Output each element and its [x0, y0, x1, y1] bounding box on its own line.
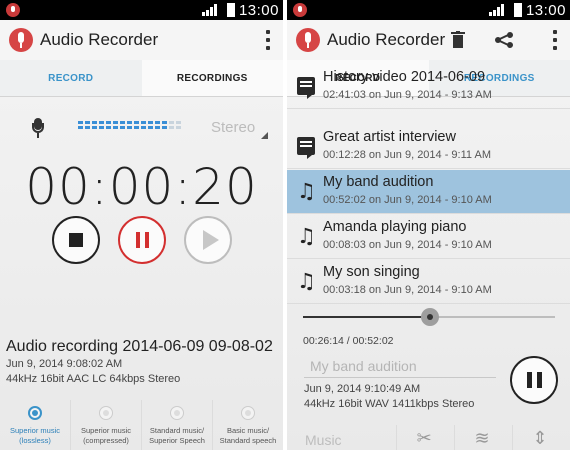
comment-icon — [297, 77, 315, 99]
delete-icon[interactable] — [451, 31, 465, 48]
music-note-icon: ♫ — [297, 269, 316, 293]
quality-option-label: Basic music/ — [226, 426, 270, 435]
signal-icon — [489, 4, 504, 16]
recording-meta: 02:41:03 on Jun 9, 2014 - 9:13 AM — [323, 89, 492, 101]
radio-button[interactable] — [170, 406, 184, 420]
radio-button[interactable] — [241, 406, 255, 420]
app-mic-icon — [9, 28, 33, 52]
recording-format: 44kHz 16bit AAC LC 64kbps Stereo — [6, 373, 181, 385]
recording-date: Jun 9, 2014 9:10:49 AM — [304, 383, 421, 395]
action-bar: Audio Recorder — [0, 20, 283, 60]
quality-option-superior-lossless[interactable]: Superior music (lossless) — [0, 400, 71, 450]
overflow-menu-icon[interactable] — [265, 30, 271, 50]
app-title: Audio Recorder — [40, 30, 159, 49]
mic-status-icon — [6, 3, 20, 17]
recording-title: History video 2014-06-09 — [323, 69, 486, 85]
battery-icon — [227, 3, 235, 17]
category-dropdown[interactable]: Music — [287, 425, 398, 450]
recording-meta: 00:08:03 on Jun 9, 2014 - 9:10 AM — [323, 239, 492, 251]
quality-option-sublabel: Superior Speech — [149, 436, 205, 445]
input-level-row: Stereo — [0, 116, 283, 140]
list-item-selected[interactable]: ♫ My band audition 00:52:02 on Jun 9, 20… — [287, 170, 570, 214]
recording-meta: 00:52:02 on Jun 9, 2014 - 9:10 AM — [323, 194, 492, 206]
level-meter — [78, 121, 190, 135]
overflow-menu-icon[interactable] — [552, 30, 558, 50]
recording-title: Amanda playing piano — [323, 219, 467, 235]
recording-format: 44kHz 16bit WAV 1411kbps Stereo — [304, 398, 475, 410]
recording-name-field[interactable]: My band audition — [304, 358, 496, 378]
list-item[interactable]: Great artist interview 00:12:28 on Jun 9… — [287, 125, 570, 169]
share-icon[interactable] — [495, 32, 513, 48]
expand-icon: ⇕ — [532, 428, 548, 449]
playback-position: 00:26:14 / 00:52:02 — [303, 335, 394, 347]
expand-button[interactable]: ⇕ — [513, 425, 570, 450]
quality-selector: Superior music (lossless) Superior music(… — [0, 400, 283, 450]
pause-button[interactable] — [118, 216, 166, 264]
status-bar: 13:00 — [287, 0, 570, 20]
mic-status-icon — [293, 3, 307, 17]
recording-date: Jun 9, 2014 9:08:02 AM — [6, 358, 123, 370]
seek-handle[interactable] — [421, 308, 439, 326]
status-bar: 13:00 — [0, 0, 283, 20]
music-note-icon: ♫ — [297, 224, 316, 248]
pause-button[interactable] — [510, 356, 558, 404]
battery-icon — [514, 3, 522, 17]
seek-progress — [303, 316, 430, 318]
quality-option-standard-music[interactable]: Standard music/Superior Speech — [142, 400, 213, 450]
recording-timer: 00:00:20 — [25, 158, 258, 216]
recordings-list: History video 2014-06-09 02:41:03 on Jun… — [287, 69, 570, 307]
trim-button[interactable]: ✂ — [397, 425, 456, 450]
seek-bar[interactable] — [303, 308, 555, 326]
action-bar: Audio Recorder — [287, 20, 570, 60]
comment-icon — [297, 137, 315, 159]
quality-option-sublabel: (lossless) — [19, 436, 51, 445]
quality-option-sublabel: (compressed) — [83, 436, 129, 445]
tab-recordings[interactable]: RECORDINGS — [141, 60, 283, 96]
list-item[interactable]: ♫ My son singing 00:03:18 on Jun 9, 2014… — [287, 260, 570, 304]
stop-button[interactable] — [52, 216, 100, 264]
recording-name: Audio recording 2014-06-09 09-08-02 — [6, 338, 273, 355]
signal-icon — [202, 4, 217, 16]
quality-option-label: Superior music — [9, 426, 61, 435]
music-note-icon: ♫ — [297, 179, 316, 203]
list-item[interactable]: ♫ Amanda playing piano 00:08:03 on Jun 9… — [287, 215, 570, 259]
recordings-screen: 13:00 Audio Recorder RECORD RECORDINGS H… — [287, 0, 570, 450]
dropdown-arrow-icon[interactable] — [261, 132, 268, 139]
wave-icon: ≋ — [474, 428, 490, 449]
recording-title: My band audition — [323, 174, 434, 190]
sound-effect-button[interactable]: ≋ — [455, 425, 514, 450]
scissors-icon: ✂ — [416, 428, 432, 449]
record-screen: 13:00 Audio Recorder RECORD RECORDINGS S… — [0, 0, 283, 450]
recording-meta: 00:03:18 on Jun 9, 2014 - 9:10 AM — [323, 284, 492, 296]
list-item[interactable]: History video 2014-06-09 02:41:03 on Jun… — [287, 65, 570, 109]
tab-record[interactable]: RECORD — [0, 60, 142, 96]
recording-title: My son singing — [323, 264, 420, 280]
quality-option-label: Superior music — [80, 426, 132, 435]
status-clock: 13:00 — [525, 2, 566, 19]
edit-toolbar: Music ✂ ≋ ⇕ — [287, 425, 570, 450]
quality-option-label: Standard music/ — [149, 426, 205, 435]
play-button[interactable] — [184, 216, 232, 264]
quality-option-superior-compressed[interactable]: Superior music (compressed) — [71, 400, 142, 450]
radio-button[interactable] — [99, 406, 113, 420]
app-mic-icon — [296, 28, 320, 52]
quality-dropdown[interactable]: Stereo — [211, 119, 255, 136]
app-title: Audio Recorder — [327, 30, 446, 49]
quality-option-sublabel: Standard speech — [219, 436, 277, 445]
microphone-icon — [32, 118, 44, 138]
status-clock: 13:00 — [238, 2, 279, 19]
recording-title: Great artist interview — [323, 129, 456, 145]
tab-bar: RECORD RECORDINGS — [0, 60, 283, 97]
radio-button[interactable] — [28, 406, 42, 420]
quality-option-basic-music[interactable]: Basic music/Standard speech — [213, 400, 283, 450]
recording-meta: 00:12:28 on Jun 9, 2014 - 9:11 AM — [323, 149, 491, 161]
